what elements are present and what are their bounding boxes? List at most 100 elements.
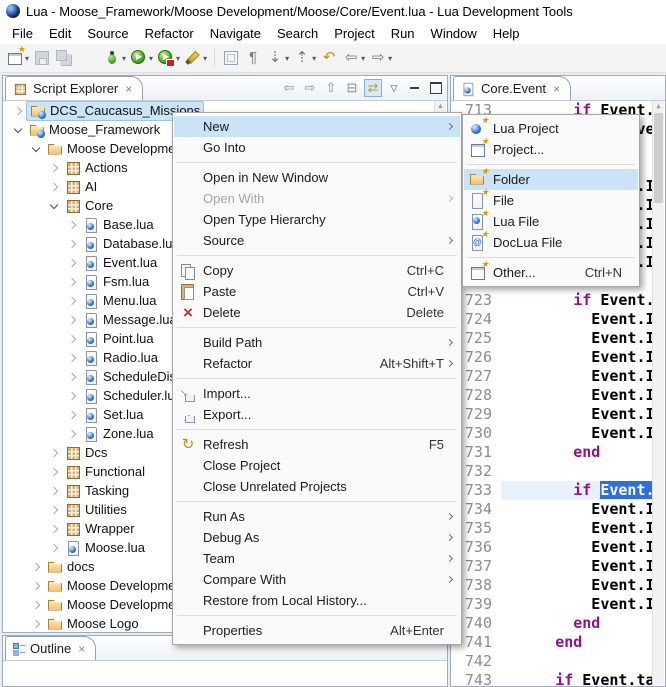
close-icon[interactable]: × (78, 642, 85, 656)
new-wizard-button[interactable]: ▾ (5, 46, 30, 70)
last-edit-location-button[interactable]: ↶ (319, 46, 339, 70)
tab-outline[interactable]: Outline × (5, 636, 96, 660)
menu-item-source[interactable]: Source (174, 230, 460, 251)
close-icon[interactable]: × (125, 82, 132, 96)
chevron-collapsed-icon[interactable] (64, 350, 80, 366)
menu-item-build-path[interactable]: Build Path (174, 332, 460, 353)
menu-item-close-unrelated-projects[interactable]: Close Unrelated Projects (174, 476, 460, 497)
run-button[interactable]: ▾ (129, 46, 154, 70)
menubar-item-project[interactable]: Project (326, 24, 382, 43)
back-icon[interactable]: ⇦ (280, 79, 298, 97)
debug-button[interactable]: ▾ (102, 46, 127, 70)
chevron-collapsed-icon[interactable] (10, 103, 26, 119)
chevron-collapsed-icon[interactable] (64, 236, 80, 252)
chevron-collapsed-icon[interactable] (46, 179, 62, 195)
minimize-icon[interactable] (406, 79, 424, 97)
menu-item-debug-as[interactable]: Debug As (174, 527, 460, 548)
chevron-collapsed-icon[interactable] (46, 160, 62, 176)
menu-item-open-with[interactable]: Open With (174, 188, 460, 209)
close-icon[interactable]: × (553, 82, 560, 96)
menu-item-lua-file[interactable]: ★Lua File (464, 211, 638, 232)
menu-item-go-into[interactable]: Go Into (174, 137, 460, 158)
collapse-all-icon[interactable]: ⊟ (343, 79, 361, 97)
menubar-item-run[interactable]: Run (383, 24, 423, 43)
chevron-collapsed-icon[interactable] (46, 483, 62, 499)
chevron-collapsed-icon[interactable] (64, 331, 80, 347)
maximize-icon[interactable] (427, 79, 445, 97)
chevron-collapsed-icon[interactable] (64, 217, 80, 233)
menu-item-import[interactable]: Import... (174, 383, 460, 404)
back-button[interactable]: ⇦▾ (341, 46, 366, 70)
menu-item-other[interactable]: ★Other...Ctrl+N (464, 262, 638, 283)
chevron-expanded-icon[interactable] (10, 122, 26, 138)
menubar-item-source[interactable]: Source (79, 24, 136, 43)
chevron-collapsed-icon[interactable] (46, 445, 62, 461)
menu-item-compare-with[interactable]: Compare With (174, 569, 460, 590)
menubar-item-navigate[interactable]: Navigate (202, 24, 269, 43)
tab-core-event[interactable]: Core.Event × (453, 76, 571, 100)
menu-item-team[interactable]: Team (174, 548, 460, 569)
dropdown-caret-icon[interactable]: ▾ (122, 54, 126, 63)
chevron-collapsed-icon[interactable] (64, 312, 80, 328)
paragraph-button[interactable]: ¶ (243, 46, 263, 70)
menu-item-project[interactable]: ★Project... (464, 139, 638, 160)
menu-item-paste[interactable]: PasteCtrl+V (174, 281, 460, 302)
menu-item-refresh[interactable]: ↻RefreshF5 (174, 434, 460, 455)
menu-item-file[interactable]: ★File (464, 190, 638, 211)
menu-item-lua-project[interactable]: ★Lua Project (464, 118, 638, 139)
menubar-item-edit[interactable]: Edit (41, 24, 79, 43)
chevron-expanded-icon[interactable] (28, 141, 44, 157)
menu-item-close-project[interactable]: Close Project (174, 455, 460, 476)
menu-item-restore-from-local-history[interactable]: Restore from Local History... (174, 590, 460, 611)
chevron-collapsed-icon[interactable] (28, 578, 44, 594)
menubar-item-refactor[interactable]: Refactor (137, 24, 202, 43)
menubar-item-file[interactable]: File (4, 24, 41, 43)
menu-item-new[interactable]: New (174, 116, 460, 137)
chevron-collapsed-icon[interactable] (64, 293, 80, 309)
forward-button[interactable]: ⇨▾ (368, 46, 393, 70)
next-annotation-button[interactable]: ⇣▾ (265, 46, 290, 70)
tab-script-explorer[interactable]: Script Explorer × (5, 76, 143, 100)
chevron-collapsed-icon[interactable] (64, 255, 80, 271)
dropdown-caret-icon[interactable]: ▾ (312, 54, 316, 63)
chevron-collapsed-icon[interactable] (28, 559, 44, 575)
menu-item-folder[interactable]: ★Folder (464, 169, 638, 190)
dropdown-caret-icon[interactable]: ▾ (285, 54, 289, 63)
block-button[interactable] (221, 46, 241, 70)
chevron-collapsed-icon[interactable] (64, 369, 80, 385)
scroll-up-icon[interactable]: ▲ (435, 101, 446, 112)
chevron-collapsed-icon[interactable] (28, 597, 44, 613)
editor-scrollbar[interactable]: ▲ (652, 101, 664, 685)
menubar-item-window[interactable]: Window (423, 24, 485, 43)
link-with-editor-icon[interactable]: ⇄ (364, 79, 382, 97)
dropdown-caret-icon[interactable]: ▾ (176, 54, 180, 63)
menu-item-properties[interactable]: PropertiesAlt+Enter (174, 620, 460, 641)
chevron-collapsed-icon[interactable] (64, 388, 80, 404)
menu-item-delete[interactable]: ×DeleteDelete (174, 302, 460, 323)
scroll-up-icon[interactable]: ▲ (653, 101, 664, 112)
menubar-item-search[interactable]: Search (269, 24, 326, 43)
menu-item-doclua-file[interactable]: ★DocLua File (464, 232, 638, 253)
prev-annotation-button[interactable]: ⇡▾ (292, 46, 317, 70)
menu-item-copy[interactable]: CopyCtrl+C (174, 260, 460, 281)
forward-icon[interactable]: ⇨ (301, 79, 319, 97)
dropdown-caret-icon[interactable]: ▾ (203, 54, 207, 63)
chevron-collapsed-icon[interactable] (46, 540, 62, 556)
coverage-button[interactable]: ▾ (156, 46, 181, 70)
chevron-collapsed-icon[interactable] (64, 274, 80, 290)
dropdown-caret-icon[interactable]: ▾ (149, 54, 153, 63)
up-icon[interactable]: ⇧ (322, 79, 340, 97)
highlighter-button[interactable]: ▾ (183, 46, 208, 70)
view-menu-icon[interactable]: ▽ (385, 79, 403, 97)
chevron-collapsed-icon[interactable] (64, 426, 80, 442)
chevron-collapsed-icon[interactable] (46, 464, 62, 480)
menu-item-refactor[interactable]: RefactorAlt+Shift+T (174, 353, 460, 374)
menu-item-open-type-hierarchy[interactable]: Open Type Hierarchy (174, 209, 460, 230)
menu-item-export[interactable]: Export... (174, 404, 460, 425)
menu-item-run-as[interactable]: Run As (174, 506, 460, 527)
chevron-collapsed-icon[interactable] (46, 502, 62, 518)
menu-item-open-in-new-window[interactable]: Open in New Window (174, 167, 460, 188)
chevron-collapsed-icon[interactable] (28, 616, 44, 632)
menubar-item-help[interactable]: Help (485, 24, 528, 43)
dropdown-caret-icon[interactable]: ▾ (388, 54, 392, 63)
